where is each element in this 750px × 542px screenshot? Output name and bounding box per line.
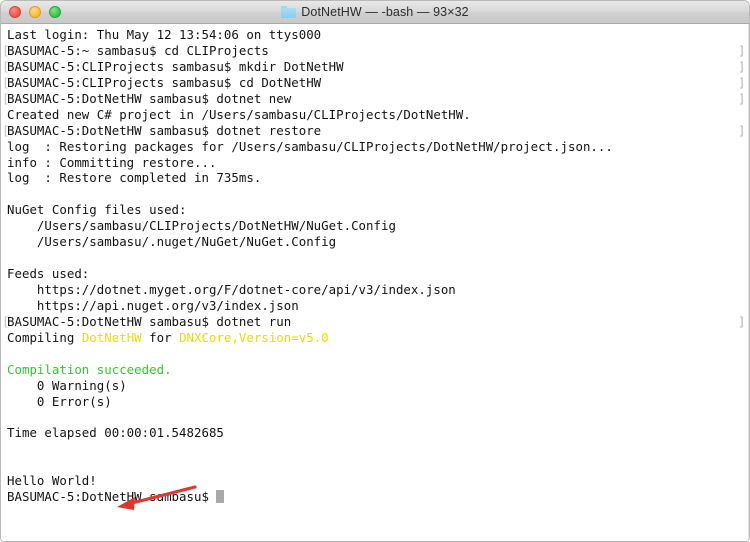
terminal-output-line: log : Restoring packages for /Users/samb…: [7, 138, 613, 154]
terminal-prompt-line: [BASUMAC-5:DotNetHW sambasu$ dotnet new: [2, 90, 292, 106]
terminal-output-line: Compiling DotNetHW for DNXCore,Version=v…: [7, 330, 749, 346]
zoom-button[interactable]: [49, 6, 61, 18]
compilation-succeeded-text: Compilation succeeded.: [7, 361, 172, 377]
window-title-group: DotNetHW — -bash — 93×32: [1, 1, 749, 23]
text-cursor[interactable]: [216, 490, 225, 504]
terminal-active-prompt-text: BASUMAC-5:DotNetHW sambasu$: [7, 489, 217, 505]
terminal-output-area[interactable]: Last login: Thu May 12 13:54:06 on ttys0…: [1, 24, 749, 541]
terminal-output-line: Last login: Thu May 12 13:54:06 on ttys0…: [7, 27, 322, 42]
terminal-output-line: info : Committing restore...: [7, 154, 217, 170]
prompt-mark-left-icon: [: [2, 122, 10, 138]
window-title: DotNetHW — -bash — 93×32: [301, 5, 469, 19]
terminal-text: Last login: Thu May 12 13:54:06 on ttys0…: [2, 27, 749, 505]
window-title-bar[interactable]: DotNetHW — -bash — 93×32: [1, 1, 749, 24]
terminal-output-line: /Users/sambasu/.nuget/NuGet/NuGet.Config: [7, 234, 337, 250]
close-button[interactable]: [9, 6, 21, 18]
terminal-prompt-line: [BASUMAC-5:CLIProjects sambasu$ cd DotNe…: [2, 74, 322, 90]
terminal-output-line: Time elapsed 00:00:01.5482685: [7, 425, 224, 441]
prompt-mark-right-icon: ]: [738, 314, 746, 330]
terminal-output-line: NuGet Config files used:: [7, 202, 187, 218]
prompt-mark-right-icon: ]: [738, 122, 746, 138]
terminal-prompt-line: [BASUMAC-5:DotNetHW sambasu$ dotnet rest…: [2, 122, 322, 138]
terminal-output-line: https://dotnet.myget.org/F/dotnet-core/a…: [7, 282, 456, 297]
terminal-output-line: 0 Error(s): [7, 393, 112, 409]
terminal-output-line: log : Restore completed in 735ms.: [7, 170, 262, 186]
terminal-window[interactable]: DotNetHW — -bash — 93×32 Last login: Thu…: [0, 0, 750, 542]
terminal-output-line: Feeds used:: [7, 266, 90, 282]
terminal-output-line: https://api.nuget.org/v3/index.json: [7, 297, 299, 313]
terminal-prompt-line: [BASUMAC-5:CLIProjects sambasu$ mkdir Do…: [2, 58, 344, 74]
folder-icon: [281, 6, 297, 18]
window-controls[interactable]: [9, 1, 61, 23]
prompt-mark-right-icon: ]: [738, 42, 746, 58]
compiling-label: Compiling: [7, 329, 82, 345]
terminal-output-line: /Users/sambasu/CLIProjects/DotNetHW/NuGe…: [7, 218, 396, 234]
terminal-prompt-line: [BASUMAC-5:~ sambasu$ cd CLIProjects: [2, 42, 269, 58]
minimize-button[interactable]: [29, 6, 41, 18]
terminal-output-line: 0 Warning(s): [7, 377, 127, 393]
hello-world-output-line: Hello World!: [7, 473, 97, 489]
prompt-mark-right-icon: ]: [738, 90, 746, 106]
prompt-mark-right-icon: ]: [738, 74, 746, 90]
prompt-mark-right-icon: ]: [738, 58, 746, 74]
compilation-succeeded-line: Compilation succeeded.: [7, 362, 749, 378]
prompt-mark-left-icon: [: [2, 58, 10, 74]
prompt-mark-left-icon: [: [2, 313, 10, 329]
prompt-mark-left-icon: [: [2, 42, 10, 58]
compiling-for-label: for: [141, 329, 180, 345]
prompt-mark-left-icon: [: [2, 90, 10, 106]
compiling-framework-name: DNXCore,Version=v5.0: [179, 329, 329, 345]
terminal-output-line: Created new C# project in /Users/sambasu…: [7, 106, 471, 122]
terminal-active-prompt-line: BASUMAC-5:DotNetHW sambasu$: [7, 489, 749, 505]
compiling-project-name: DotNetHW: [81, 329, 142, 345]
terminal-prompt-line: [BASUMAC-5:DotNetHW sambasu$ dotnet run: [2, 313, 292, 329]
prompt-mark-left-icon: [: [2, 74, 10, 90]
